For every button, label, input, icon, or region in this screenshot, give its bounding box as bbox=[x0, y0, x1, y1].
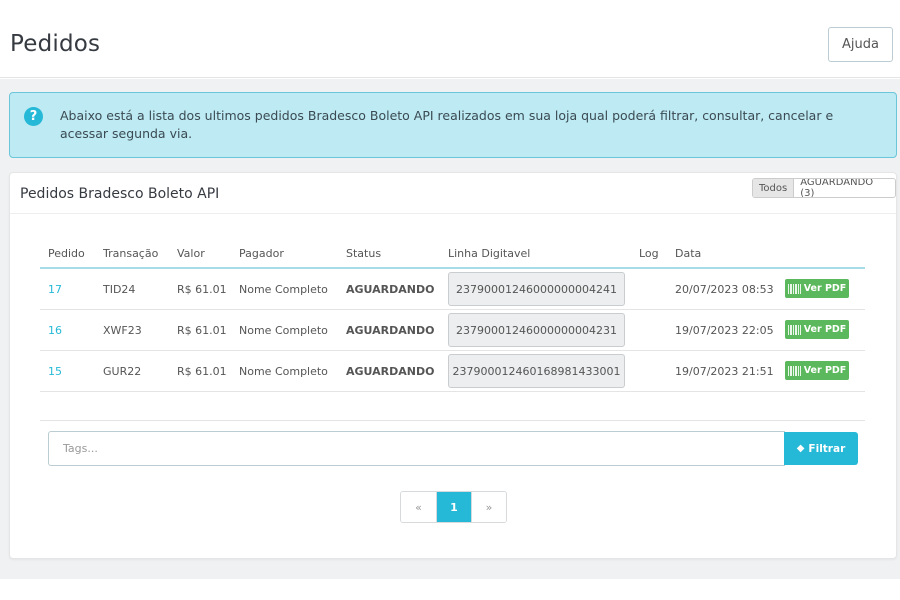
payer-cell: Nome Completo bbox=[239, 283, 328, 296]
info-alert: ? Abaixo está a lista dos ultimos pedido… bbox=[9, 92, 897, 158]
pagination-prev-button[interactable]: « bbox=[401, 492, 436, 522]
ver-pdf-label: Ver PDF bbox=[803, 324, 847, 335]
linha-digitavel-field[interactable]: 23790001246000000004241 bbox=[448, 272, 625, 306]
filter-todos-button[interactable]: Todos bbox=[753, 179, 795, 197]
ver-pdf-label: Ver PDF bbox=[803, 365, 847, 376]
status-cell: AGUARDANDO bbox=[346, 324, 435, 337]
table-header-row: Pedido Transação Valor Pagador Status Li… bbox=[40, 237, 865, 269]
transaction-cell: TID24 bbox=[103, 283, 136, 296]
column-header-log: Log bbox=[639, 247, 659, 260]
column-header-pedido: Pedido bbox=[48, 247, 85, 260]
filtrar-label: Filtrar bbox=[808, 442, 846, 455]
question-circle-icon: ? bbox=[24, 107, 43, 126]
pagination-page-1[interactable]: 1 bbox=[436, 492, 471, 522]
panel-heading: Pedidos Bradesco Boleto API Todos AGUARD… bbox=[10, 173, 896, 214]
status-cell: AGUARDANDO bbox=[346, 365, 435, 378]
barcode-icon bbox=[787, 365, 801, 376]
column-header-status: Status bbox=[346, 247, 382, 260]
value-cell: R$ 61.01 bbox=[177, 283, 227, 296]
ver-pdf-button[interactable]: Ver PDF bbox=[785, 320, 849, 339]
value-cell: R$ 61.01 bbox=[177, 324, 227, 337]
date-cell: 20/07/2023 08:53 bbox=[675, 283, 774, 296]
order-id-link[interactable]: 16 bbox=[48, 324, 62, 337]
value-cell: R$ 61.01 bbox=[177, 365, 227, 378]
tags-input[interactable]: Tags... bbox=[48, 431, 785, 466]
column-header-valor: Valor bbox=[177, 247, 205, 260]
linha-digitavel-field[interactable]: 237900012460168981433001 bbox=[448, 354, 625, 388]
alert-text: Abaixo está a lista dos ultimos pedidos … bbox=[60, 108, 834, 141]
table-row: 15 GUR22 R$ 61.01 Nome Completo AGUARDAN… bbox=[40, 351, 865, 392]
status-cell: AGUARDANDO bbox=[346, 283, 435, 296]
payer-cell: Nome Completo bbox=[239, 324, 328, 337]
payer-cell: Nome Completo bbox=[239, 365, 328, 378]
order-id-link[interactable]: 15 bbox=[48, 365, 62, 378]
ver-pdf-label: Ver PDF bbox=[803, 283, 847, 294]
date-cell: 19/07/2023 21:51 bbox=[675, 365, 774, 378]
barcode-icon bbox=[787, 283, 801, 294]
date-cell: 19/07/2023 22:05 bbox=[675, 324, 774, 337]
table-footer-row bbox=[40, 392, 865, 421]
linha-digitavel-field[interactable]: 23790001246000000004231 bbox=[448, 313, 625, 347]
ver-pdf-button[interactable]: Ver PDF bbox=[785, 279, 849, 298]
table-row: 16 XWF23 R$ 61.01 Nome Completo AGUARDAN… bbox=[40, 310, 865, 351]
transaction-cell: GUR22 bbox=[103, 365, 142, 378]
filter-aguardando-button[interactable]: AGUARDANDO (3) bbox=[794, 179, 895, 197]
transaction-cell: XWF23 bbox=[103, 324, 142, 337]
table-row: 17 TID24 R$ 61.01 Nome Completo AGUARDAN… bbox=[40, 269, 865, 310]
panel-title: Pedidos Bradesco Boleto API bbox=[20, 186, 220, 202]
barcode-icon bbox=[787, 324, 801, 335]
column-header-data: Data bbox=[675, 247, 702, 260]
column-header-pagador: Pagador bbox=[239, 247, 284, 260]
tag-icon: ◆ bbox=[796, 443, 805, 454]
pagination: « 1 » bbox=[400, 491, 507, 523]
filtrar-button[interactable]: ◆ Filtrar bbox=[784, 432, 858, 465]
orders-table: Pedido Transação Valor Pagador Status Li… bbox=[40, 237, 865, 421]
pagination-next-button[interactable]: » bbox=[471, 492, 506, 522]
help-button[interactable]: Ajuda bbox=[828, 27, 893, 62]
column-header-linha-digitavel: Linha Digitavel bbox=[448, 247, 531, 260]
order-id-link[interactable]: 17 bbox=[48, 283, 62, 296]
column-header-transacao: Transação bbox=[103, 247, 159, 260]
ver-pdf-button[interactable]: Ver PDF bbox=[785, 361, 849, 380]
page-title: Pedidos bbox=[10, 31, 101, 57]
page-header: Pedidos Ajuda bbox=[0, 0, 900, 78]
status-filter-group: Todos AGUARDANDO (3) bbox=[752, 178, 896, 198]
